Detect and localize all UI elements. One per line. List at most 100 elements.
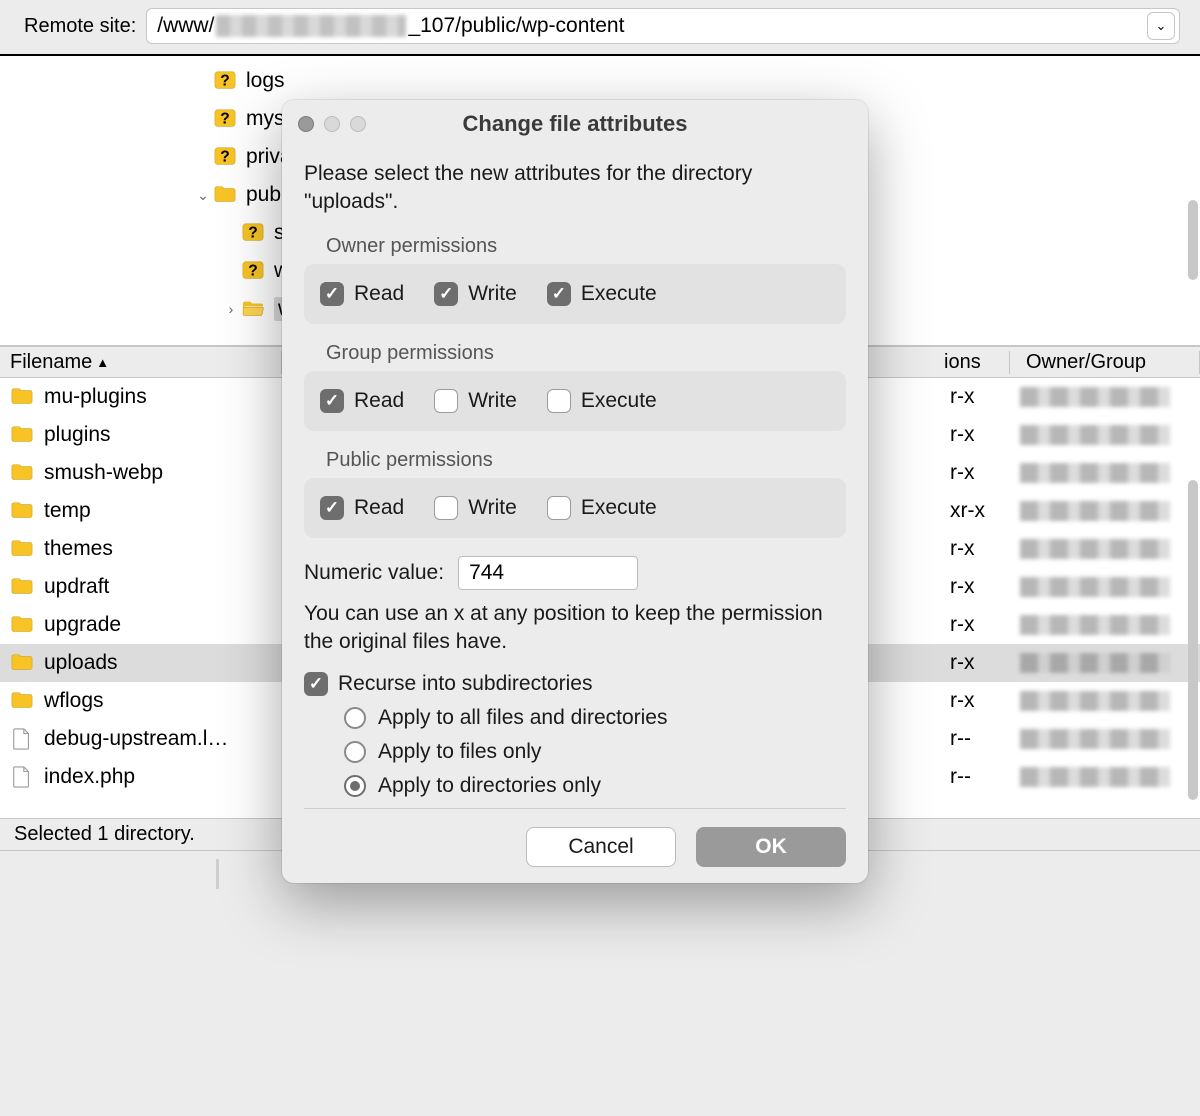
column-permissions[interactable]: ions [934, 351, 1010, 374]
checkbox-icon [320, 389, 344, 413]
checkbox-label: Write [468, 389, 517, 413]
minimize-window-icon[interactable] [324, 116, 340, 132]
owner-execute-checkbox[interactable]: Execute [547, 282, 657, 306]
cancel-button[interactable]: Cancel [526, 827, 676, 867]
splitter[interactable] [216, 859, 219, 889]
group-read-checkbox[interactable]: Read [320, 389, 404, 413]
owner-read-checkbox[interactable]: Read [320, 282, 404, 306]
path-history-dropdown[interactable]: ⌄ [1147, 12, 1175, 40]
column-filename[interactable]: Filename ▲ [0, 351, 282, 374]
file-name: smush-webp [44, 461, 282, 485]
file-owner-group [1020, 501, 1200, 521]
file-permissions: r-- [950, 727, 1020, 751]
folder-icon [0, 500, 44, 522]
remote-path-redacted [216, 15, 406, 37]
remote-path-suffix: _107/public/wp-content [408, 14, 624, 38]
checkbox-label: Execute [581, 282, 657, 306]
tree-item[interactable]: logs [0, 62, 1200, 100]
file-permissions: r-x [950, 385, 1020, 409]
recurse-option-label: Apply to all files and directories [378, 706, 667, 730]
folder-icon [0, 538, 44, 560]
checkbox-icon [434, 389, 458, 413]
owner-permissions-label: Owner permissions [326, 235, 846, 258]
recurse-option[interactable]: Apply to all files and directories [344, 706, 846, 730]
sort-asc-icon: ▲ [96, 355, 109, 370]
file-owner-group [1020, 577, 1200, 597]
tree-item-label: logs [246, 69, 285, 93]
chevron-right-icon[interactable]: › [222, 301, 240, 317]
checkbox-icon [320, 496, 344, 520]
checkbox-icon [434, 282, 458, 306]
recurse-option[interactable]: Apply to directories only [344, 774, 846, 798]
unknown-folder-icon [212, 70, 238, 92]
separator [304, 808, 846, 809]
file-permissions: r-x [950, 575, 1020, 599]
checkbox-label: Write [468, 282, 517, 306]
file-icon [0, 766, 44, 788]
chevron-down-icon[interactable]: ⌄ [194, 187, 212, 204]
public-permissions-label: Public permissions [326, 449, 846, 472]
folder-icon [0, 424, 44, 446]
scrollbar[interactable] [1188, 200, 1198, 280]
checkbox-icon [434, 496, 458, 520]
numeric-value-label: Numeric value: [304, 561, 444, 585]
folder-icon [0, 386, 44, 408]
numeric-value-input[interactable] [458, 556, 638, 590]
folder-icon [0, 576, 44, 598]
unknown-folder-icon [212, 146, 238, 168]
owner-write-checkbox[interactable]: Write [434, 282, 517, 306]
group-write-checkbox[interactable]: Write [434, 389, 517, 413]
ok-button[interactable]: OK [696, 827, 846, 867]
file-owner-group [1020, 691, 1200, 711]
file-owner-group [1020, 387, 1200, 407]
group-execute-checkbox[interactable]: Execute [547, 389, 657, 413]
public-read-checkbox[interactable]: Read [320, 496, 404, 520]
remote-site-label: Remote site: [24, 15, 136, 38]
file-name: wflogs [44, 689, 282, 713]
public-permissions-group: Read Write Execute [304, 478, 846, 538]
unknown-folder-icon [212, 108, 238, 130]
checkbox-icon [304, 672, 328, 696]
file-owner-group [1020, 767, 1200, 787]
folder-icon [0, 462, 44, 484]
file-permissions: r-x [950, 651, 1020, 675]
numeric-hint: You can use an x at any position to keep… [304, 600, 846, 657]
unknown-folder-icon [240, 260, 266, 282]
recurse-option[interactable]: Apply to files only [344, 740, 846, 764]
file-name: themes [44, 537, 282, 561]
status-text: Selected 1 directory. [14, 823, 195, 846]
close-window-icon[interactable] [298, 116, 314, 132]
ok-button-label: OK [755, 835, 787, 859]
file-name: uploads [44, 651, 282, 675]
folder-icon [0, 690, 44, 712]
group-permissions-group: Read Write Execute [304, 371, 846, 431]
scrollbar[interactable] [1188, 480, 1198, 800]
radio-icon [344, 741, 366, 763]
recurse-checkbox[interactable]: Recurse into subdirectories [304, 672, 846, 696]
public-execute-checkbox[interactable]: Execute [547, 496, 657, 520]
column-filename-label: Filename [10, 351, 92, 374]
remote-path-input[interactable]: /www/ _107/public/wp-content ⌄ [146, 8, 1180, 44]
file-owner-group [1020, 615, 1200, 635]
checkbox-label: Execute [581, 496, 657, 520]
file-name: plugins [44, 423, 282, 447]
checkbox-label: Execute [581, 389, 657, 413]
checkbox-label: Read [354, 389, 404, 413]
radio-icon [344, 707, 366, 729]
zoom-window-icon[interactable] [350, 116, 366, 132]
dialog-titlebar[interactable]: Change file attributes [282, 100, 868, 148]
file-permissions: r-- [950, 765, 1020, 789]
checkbox-label: Read [354, 496, 404, 520]
file-name: updraft [44, 575, 282, 599]
file-permissions: xr-x [950, 499, 1020, 523]
column-owner-group[interactable]: Owner/Group [1010, 351, 1200, 374]
file-owner-group [1020, 653, 1200, 673]
file-permissions: r-x [950, 461, 1020, 485]
unknown-folder-icon [240, 222, 266, 244]
folder-open-icon [240, 298, 266, 320]
public-write-checkbox[interactable]: Write [434, 496, 517, 520]
file-owner-group [1020, 425, 1200, 445]
file-name: upgrade [44, 613, 282, 637]
cancel-button-label: Cancel [568, 835, 633, 859]
window-controls [298, 116, 366, 132]
